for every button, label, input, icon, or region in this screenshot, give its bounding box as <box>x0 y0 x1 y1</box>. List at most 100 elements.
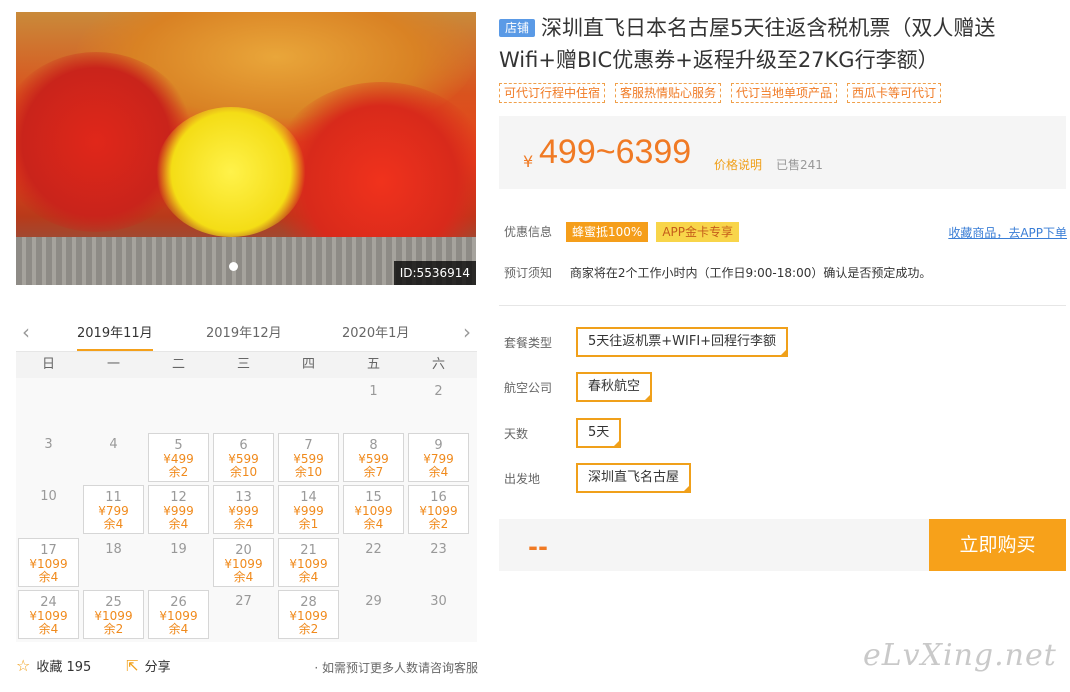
calendar-day-cell[interactable]: 12 ¥999 余4 <box>148 485 209 534</box>
calendar-day-cell[interactable]: 11 ¥799 余4 <box>83 485 144 534</box>
calendar-day-price: ¥599 <box>358 451 389 466</box>
calendar-day-cell[interactable]: 5 ¥499 余2 <box>148 432 209 482</box>
calendar-day-cell[interactable]: 14 ¥999 余1 <box>278 485 339 534</box>
service-tag: 可代订行程中住宿 <box>499 83 606 103</box>
calendar-day-cell[interactable]: 20 ¥1099 余4 <box>213 537 274 587</box>
weekday-label: 六 <box>431 357 445 372</box>
price-explain-link[interactable]: 价格说明 <box>714 156 762 173</box>
next-month-icon[interactable]: › <box>463 320 471 344</box>
product-info-panel: 店铺 深圳直飞日本名古屋5天往返含税机票（双人赠送Wifi+赠BIC优惠券+返程升… <box>499 12 1067 571</box>
option-departure-value[interactable]: 深圳直飞名古屋 <box>576 463 692 493</box>
favorite-button[interactable]: ☆ 收藏 195 <box>16 656 91 675</box>
tab-month-1[interactable]: 2019年11月 <box>77 322 153 351</box>
calendar-day-cell[interactable]: 25 ¥1099 余2 <box>83 590 144 639</box>
calendar-day-number: 13 <box>235 490 252 505</box>
calendar-day-remaining: 余10 <box>294 464 323 479</box>
calendar-day-number: 27 <box>235 594 252 609</box>
option-days-value[interactable]: 5天 <box>576 418 622 448</box>
calendar-day-price: ¥599 <box>228 451 259 466</box>
calendar-day-cell: 4 <box>83 433 144 482</box>
favorite-count: 195 <box>66 660 92 675</box>
product-hero-image[interactable]: ID:5536914 <box>16 12 476 285</box>
option-package-value[interactable]: 5天往返机票+WIFI+回程行李额 <box>576 327 789 357</box>
calendar-day-cell: 18 <box>83 538 144 587</box>
honey-discount-badge: 蜂蜜抵100% <box>566 222 649 242</box>
price-box: ¥ 499~6399 价格说明 已售241 <box>499 116 1066 189</box>
calendar-day-remaining: 余4 <box>428 464 449 479</box>
calendar-day-price: ¥1099 <box>289 556 328 571</box>
favorite-go-app-link[interactable]: 收藏商品，去APP下单 <box>948 224 1067 241</box>
calendar-grid: 1 2 3 4 5 ¥499 余2 6 ¥599 余10 7 ¥599 余10 8 ¥599 余7 9 ¥799 余… <box>16 378 477 642</box>
favorite-label: 收藏 <box>36 660 63 675</box>
weekday-label: 四 <box>301 357 315 372</box>
calendar-day-cell[interactable]: 8 ¥599 余7 <box>343 432 404 482</box>
calendar-day-cell[interactable]: 15 ¥1099 余4 <box>343 485 404 534</box>
shop-tag[interactable]: 店铺 <box>499 19 536 37</box>
promo-label: 优惠信息 <box>504 225 553 239</box>
calendar-day-cell[interactable]: 9 ¥799 余4 <box>408 432 469 482</box>
calendar-day-cell: 10 <box>18 485 79 534</box>
share-icon: ⇱ <box>126 657 139 675</box>
calendar-day-number: 19 <box>170 541 187 557</box>
service-tag: 客服热情贴心服务 <box>615 83 722 103</box>
carousel-dot[interactable] <box>229 262 238 271</box>
calendar-day-remaining: 余4 <box>298 569 319 584</box>
calendar-day-number: 8 <box>369 437 378 453</box>
weekday-label: 一 <box>106 357 120 372</box>
calendar-day-remaining: 余4 <box>233 569 254 584</box>
hero-foliage <box>156 107 306 237</box>
calendar-day-remaining: 余4 <box>233 517 254 531</box>
calendar-day-cell[interactable]: 28 ¥1099 余2 <box>278 590 339 639</box>
prev-month-icon[interactable]: ‹ <box>22 320 30 344</box>
calendar-day-price: ¥1099 <box>29 556 68 571</box>
calendar-day-remaining: 余1 <box>298 517 319 531</box>
calendar-day-cell[interactable]: 7 ¥599 余10 <box>278 432 339 482</box>
calendar-day-cell[interactable]: 24 ¥1099 余4 <box>18 590 79 639</box>
calendar-day-price: ¥1099 <box>224 556 263 571</box>
product-title-text: 深圳直飞日本名古屋5天往返含税机票（双人赠送Wifi+赠BIC优惠券+返程升级至… <box>499 16 996 72</box>
weekday-label: 日 <box>41 357 55 372</box>
star-icon: ☆ <box>16 656 31 675</box>
option-label-airline: 航空公司 <box>504 381 553 395</box>
calendar-day-price: ¥799 <box>423 451 454 466</box>
calendar-day-number: 29 <box>365 594 382 609</box>
calendar-day-remaining: 余4 <box>363 517 384 531</box>
currency-symbol: ¥ <box>523 152 534 171</box>
option-airline-value[interactable]: 春秋航空 <box>576 372 653 402</box>
calendar-day-number: 10 <box>40 489 57 504</box>
buy-now-button[interactable]: 立即购买 <box>929 519 1066 571</box>
share-label: 分享 <box>144 660 171 675</box>
calendar-day-number: 6 <box>239 437 248 453</box>
calendar-day-cell[interactable]: 17 ¥1099 余4 <box>18 537 79 587</box>
calendar-day-number: 21 <box>300 542 317 558</box>
calendar-day-cell[interactable]: 26 ¥1099 余4 <box>148 590 209 639</box>
calendar-day-number: 23 <box>430 541 447 557</box>
option-label-departure: 出发地 <box>504 472 541 486</box>
calendar-day-number: 17 <box>40 542 57 558</box>
calendar-day-cell[interactable]: 16 ¥1099 余2 <box>408 485 469 534</box>
notice-label: 预订须知 <box>504 266 553 280</box>
calendar-day-cell: 1 <box>343 380 404 429</box>
calendar-day-number: 22 <box>365 541 382 557</box>
divider <box>499 305 1066 306</box>
calendar-day-remaining: 余4 <box>38 622 59 636</box>
share-button[interactable]: ⇱ 分享 <box>126 656 171 675</box>
calendar-day-cell: 3 <box>18 433 79 482</box>
calendar-day-number: 7 <box>304 437 313 453</box>
calendar-day-cell: 19 <box>148 538 209 587</box>
tab-month-2[interactable]: 2019年12月 <box>206 322 282 341</box>
calendar-day-cell: 30 <box>408 590 469 639</box>
action-footer: ☆ 收藏 195 ⇱ 分享 · 如需预订更多人数请咨询客服 <box>16 656 478 676</box>
calendar-day-cell[interactable]: 13 ¥999 余4 <box>213 485 274 534</box>
calendar-day-number: 30 <box>430 594 447 609</box>
calendar-day-cell[interactable]: 6 ¥599 余10 <box>213 432 274 482</box>
calendar-day-number: 2 <box>434 384 443 399</box>
app-gold-card-badge: APP金卡专享 <box>656 222 740 242</box>
calendar-day-number: 1 <box>369 384 378 399</box>
calendar-day-cell[interactable]: 21 ¥1099 余4 <box>278 537 339 587</box>
calendar-day-number: 28 <box>300 595 317 610</box>
calendar-day-cell: 23 <box>408 538 469 587</box>
calendar-day-number: 20 <box>235 542 252 558</box>
tab-month-3[interactable]: 2020年1月 <box>342 322 409 341</box>
calendar-day-number: 4 <box>109 436 118 452</box>
